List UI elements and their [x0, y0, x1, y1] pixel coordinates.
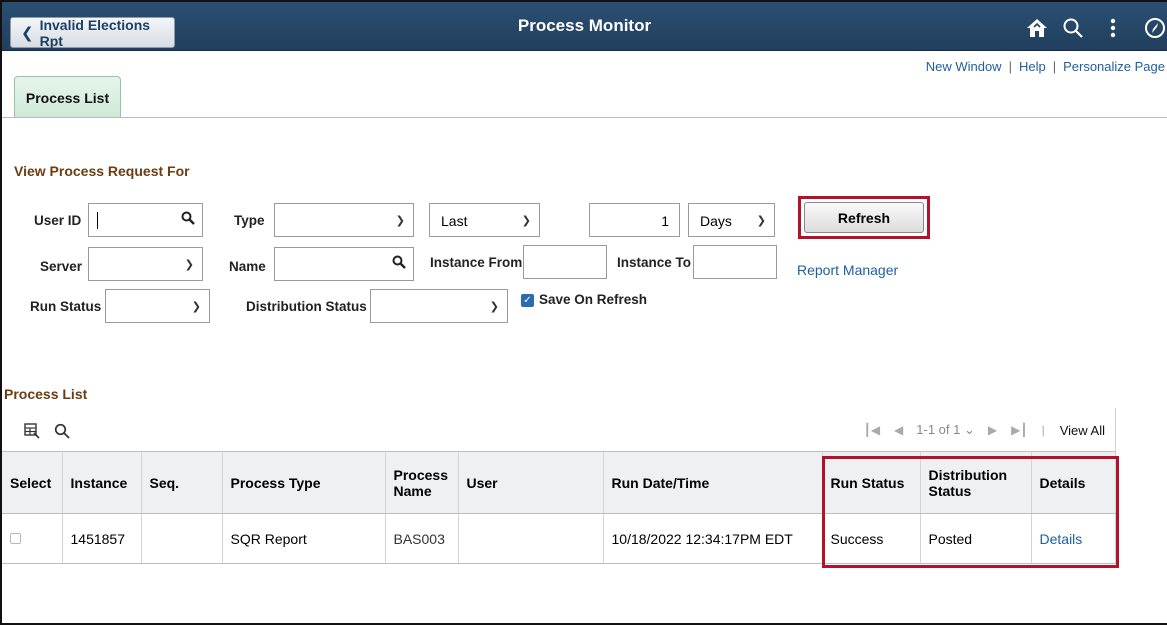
col-select[interactable]: Select — [2, 451, 63, 514]
seq-cell — [141, 513, 223, 564]
run-status-label: Run Status — [30, 299, 102, 314]
chevron-down-icon: ❯ — [521, 215, 531, 227]
page-links: New Window | Help | Personalize Page — [925, 59, 1165, 74]
col-process-name[interactable]: Process Name — [385, 451, 459, 514]
save-on-refresh-checkbox[interactable]: ✓ — [521, 294, 534, 307]
chevron-down-icon: ❯ — [191, 301, 201, 313]
header-bar: ❮ Invalid Elections Rpt Process Monitor — [2, 2, 1167, 51]
report-manager-link[interactable]: Report Manager — [797, 262, 898, 278]
refresh-button[interactable]: Refresh — [804, 202, 924, 233]
chevron-down-icon: ❯ — [756, 215, 766, 227]
instance-to-label: Instance To — [617, 255, 692, 270]
col-run-datetime[interactable]: Run Date/Time — [603, 451, 823, 514]
name-lookup-icon[interactable] — [392, 255, 406, 272]
server-label: Server — [40, 259, 83, 274]
process-type-cell: SQR Report — [222, 513, 386, 564]
select-cell — [2, 513, 63, 564]
col-process-type[interactable]: Process Type — [222, 451, 386, 514]
server-select[interactable]: ❯ — [88, 247, 203, 281]
view-process-request-title: View Process Request For — [14, 163, 190, 179]
distribution-status-label: Distribution Status — [246, 299, 367, 314]
help-link[interactable]: Help — [1019, 59, 1046, 74]
time-count-input[interactable]: 1 — [589, 203, 680, 237]
chevron-left-icon: ❮ — [21, 24, 34, 42]
last-select[interactable]: Last ❯ — [429, 203, 540, 237]
instance-cell: 1451857 — [62, 513, 142, 564]
instance-to-input[interactable] — [693, 245, 777, 279]
run-status-select[interactable]: ❯ — [105, 289, 210, 323]
next-page-icon[interactable]: ▶ — [988, 423, 997, 437]
type-select[interactable]: ❯ — [274, 203, 414, 237]
run-datetime-cell: 10/18/2022 12:34:17PM EDT — [603, 513, 823, 564]
chevron-down-icon: ❯ — [489, 301, 499, 313]
search-icon[interactable] — [1060, 15, 1086, 41]
row-select-checkbox[interactable] — [10, 532, 21, 544]
col-user[interactable]: User — [458, 451, 604, 514]
name-input[interactable] — [274, 247, 414, 281]
col-instance[interactable]: Instance — [62, 451, 142, 514]
tab-process-list[interactable]: Process List — [14, 76, 121, 118]
navbar-icon[interactable] — [1142, 15, 1167, 41]
back-button[interactable]: ❮ Invalid Elections Rpt — [10, 16, 175, 49]
personalize-grid-icon[interactable] — [24, 423, 40, 442]
time-unit-select[interactable]: Days ❯ — [688, 203, 775, 237]
view-all-link[interactable]: View All — [1060, 423, 1105, 438]
name-label: Name — [229, 259, 266, 274]
process-list-title: Process List — [4, 386, 88, 402]
grid-toolbar: ┃◀ ◀ 1-1 of 1 ⌄ ▶ ▶┃ | View All — [2, 408, 1116, 451]
chevron-down-icon: ❯ — [395, 215, 405, 227]
save-on-refresh-label: Save On Refresh — [539, 292, 648, 307]
first-page-icon[interactable]: ┃◀ — [864, 423, 880, 437]
chevron-down-icon: ❯ — [184, 259, 194, 271]
grid-search-icon[interactable] — [54, 423, 70, 442]
page-range-select[interactable]: 1-1 of 1 ⌄ — [916, 422, 975, 438]
home-icon[interactable] — [1024, 15, 1050, 41]
more-vert-icon[interactable] — [1100, 15, 1126, 41]
user-id-label: User ID — [34, 213, 82, 228]
previous-page-icon[interactable]: ◀ — [894, 423, 903, 437]
distribution-status-select[interactable]: ❯ — [370, 289, 508, 323]
user-cell — [458, 513, 604, 564]
page-title: Process Monitor — [517, 16, 652, 35]
instance-from-label: Instance From — [430, 255, 523, 270]
process-name-cell: BAS003 — [385, 513, 459, 564]
grid-pager: ┃◀ ◀ 1-1 of 1 ⌄ ▶ ▶┃ | View All — [863, 422, 1105, 438]
instance-from-input[interactable] — [523, 245, 607, 279]
refresh-highlight: Refresh — [798, 196, 930, 239]
type-label: Type — [234, 213, 265, 228]
user-id-input[interactable] — [88, 203, 203, 237]
col-seq[interactable]: Seq. — [141, 451, 223, 514]
personalize-page-link[interactable]: Personalize Page — [1063, 59, 1165, 74]
new-window-link[interactable]: New Window — [926, 59, 1002, 74]
user-id-lookup-icon[interactable] — [181, 211, 195, 228]
status-columns-highlight — [822, 456, 1119, 568]
last-page-icon[interactable]: ▶┃ — [1011, 423, 1027, 437]
tab-divider — [2, 117, 1167, 118]
back-button-label: Invalid Elections Rpt — [39, 16, 151, 49]
